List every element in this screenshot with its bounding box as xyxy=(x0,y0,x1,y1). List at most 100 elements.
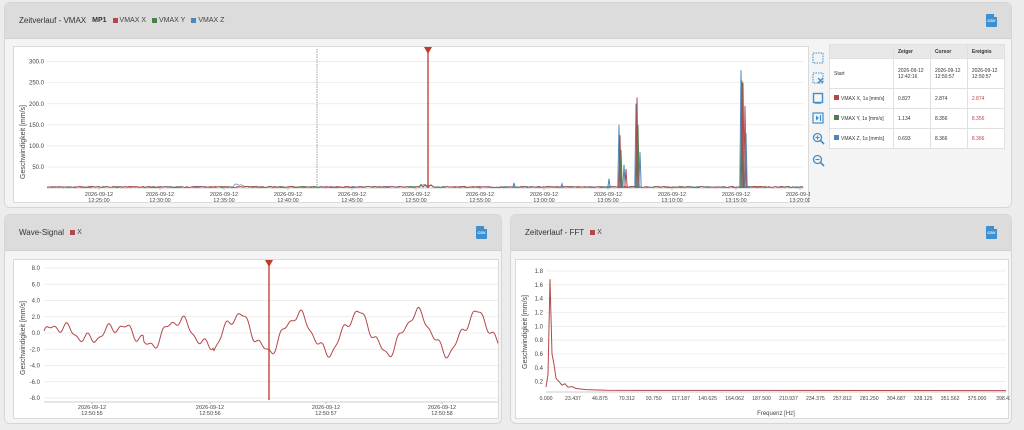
y-tick-label: 0.2 xyxy=(535,380,544,386)
cursor-marker[interactable] xyxy=(424,47,432,54)
series-spike xyxy=(560,181,564,189)
x-tick-label: 187.500 xyxy=(752,396,771,402)
y-tick-label: 2.0 xyxy=(32,315,41,321)
x-tick-time: 13:15:00 xyxy=(725,198,746,204)
legend-vmax-z[interactable]: VMAX Z xyxy=(191,17,224,24)
measurement-point-label: MP1 xyxy=(92,17,107,24)
wave-panel-title: Wave-Signal xyxy=(19,228,65,237)
y-tick-label: 100.0 xyxy=(29,144,45,150)
vmax-chart[interactable]: Geschwindigkeit [mm/s] 300.0 250.0 200.0 15… xyxy=(13,46,814,204)
x-tick-time: 13:10:00 xyxy=(661,198,682,204)
row-label: VMAX Z, 1s [mm/s] xyxy=(829,128,894,149)
wave-panel-header: Wave-Signal X CSV xyxy=(5,215,501,251)
table-header: Cursor xyxy=(929,44,968,59)
y-tick-label: 0.4 xyxy=(535,366,544,372)
y-tick-label: 8.0 xyxy=(32,266,41,272)
x-tick-label: 328.125 xyxy=(914,396,933,402)
y-axis-label: Geschwindigkeit [mm/s] xyxy=(522,295,529,369)
row-label: VMAX Y, 1s [mm/s] xyxy=(829,108,894,129)
jump-to-cursor-button[interactable] xyxy=(811,111,825,125)
table-row: Start 2026-09-12 12:42:16 2026-09-12 12:… xyxy=(829,58,1006,89)
zoom-in-icon xyxy=(812,132,825,145)
series-swatch xyxy=(834,95,839,100)
y-tick-label: 300.0 xyxy=(29,60,45,66)
zoom-in-button[interactable] xyxy=(811,131,825,145)
legend-swatch xyxy=(112,18,118,23)
row-label: VMAX X, 1s [mm/s] xyxy=(829,88,894,109)
cursor-marker[interactable] xyxy=(265,260,273,267)
x-tick-time: 12:50:00 xyxy=(405,198,426,204)
fft-panel-header: Zeitverlauf - FFT X CSV xyxy=(511,215,1011,251)
x-tick-time: 12:30:00 xyxy=(149,198,170,204)
table-header xyxy=(829,44,894,59)
x-tick-label: 93.750 xyxy=(646,396,662,402)
x-tick-label: 375.000 xyxy=(968,396,987,402)
series-spike xyxy=(638,152,642,189)
x-tick-label: 0.000 xyxy=(540,396,553,402)
wave-signal-panel: Wave-Signal X CSV Geschwindigkeit [mm/s]… xyxy=(4,214,502,424)
fft-series-line xyxy=(545,279,1007,392)
x-tick-label: 140.625 xyxy=(698,396,717,402)
y-tick-label: 1.4 xyxy=(535,297,544,303)
zoom-out-button[interactable] xyxy=(811,153,825,167)
wave-chart-svg: Geschwindigkeit [mm/s] 8.0 6.0 4.0 2.0 0.0 -2… xyxy=(20,260,499,417)
y-tick-label: 1.2 xyxy=(535,310,544,316)
x-tick-label: 70.312 xyxy=(619,396,635,402)
table-header: Zeiger xyxy=(893,44,931,59)
fit-button[interactable] xyxy=(811,91,825,105)
cell: 1.134 xyxy=(893,108,931,129)
y-tick-label: -2.0 xyxy=(30,347,41,353)
legend-x[interactable]: X xyxy=(70,229,82,236)
vmax-panel-header: Zeitverlauf - VMAX MP1 VMAX X VMAX Y VMA… xyxy=(5,3,1011,39)
clear-selection-icon xyxy=(812,72,824,84)
cell: 0.693 xyxy=(893,128,931,149)
zoom-out-icon xyxy=(812,154,825,167)
vmax-chart-svg: Geschwindigkeit [mm/s] 300.0 250.0 200.0 15… xyxy=(20,47,814,204)
wave-chart[interactable]: Geschwindigkeit [mm/s] 8.0 6.0 4.0 2.0 0.0 -2… xyxy=(13,259,499,419)
y-tick-label: 0.6 xyxy=(535,352,544,358)
series-spike xyxy=(624,168,628,189)
csv-export-icon[interactable]: CSV xyxy=(476,226,487,239)
x-tick-time: 12:50:57 xyxy=(315,411,336,417)
legend-x[interactable]: X xyxy=(590,229,602,236)
cell: 8.366 xyxy=(966,128,1006,149)
y-tick-label: -6.0 xyxy=(30,380,41,386)
csv-export-icon[interactable]: CSV xyxy=(986,226,997,239)
y-tick-label: 0.0 xyxy=(32,331,41,337)
table-row: VMAX Z, 1s [mm/s] 0.693 8.366 8.366 xyxy=(829,128,1006,149)
cell: 2.874 xyxy=(929,88,968,109)
zoom-select-button[interactable] xyxy=(811,51,825,65)
row-label: Start xyxy=(829,58,894,89)
x-tick-label: 117.187 xyxy=(672,396,690,402)
y-tick-label: 250.0 xyxy=(29,81,45,87)
legend-vmax-x[interactable]: VMAX X xyxy=(112,17,146,24)
y-tick-label: 6.0 xyxy=(32,282,41,288)
x-tick-time: 12:55:00 xyxy=(469,198,490,204)
x-tick-time: 12:50:58 xyxy=(431,411,452,417)
y-tick-label: 50.0 xyxy=(32,165,44,171)
fft-chart[interactable]: Geschwindigkeit [mm/s] 1.8 1.6 1.4 1.2 1.0 0.… xyxy=(515,259,1011,419)
cursor-values-table: Zeiger Cursor Ereignis Start 2026-09-12 … xyxy=(829,44,1006,149)
fft-chart-svg: Geschwindigkeit [mm/s] 1.8 1.6 1.4 1.2 1.0 0.… xyxy=(522,269,1011,417)
cell: 8.356 xyxy=(929,108,968,129)
fft-panel-title: Zeitverlauf - FFT xyxy=(525,228,585,237)
vmax-panel-title: Zeitverlauf - VMAX xyxy=(19,16,87,25)
x-tick-label: 281.250 xyxy=(860,396,879,402)
x-tick-time: 12:45:00 xyxy=(341,198,362,204)
y-tick-label: 1.8 xyxy=(535,269,544,275)
clear-selection-button[interactable] xyxy=(811,71,825,85)
y-tick-label: 0.8 xyxy=(535,338,544,344)
y-axis-label: Geschwindigkeit [mm/s] xyxy=(20,301,27,375)
y-axis-label: Geschwindigkeit [mm/s] xyxy=(20,105,27,179)
x-tick-time: 13:20:00 xyxy=(789,198,810,204)
cell: 2.874 xyxy=(966,88,1006,109)
legend-swatch xyxy=(70,230,76,235)
legend-vmax-y[interactable]: VMAX Y xyxy=(152,17,185,24)
cell: 2026-09-12 12:50:57 xyxy=(966,58,1006,89)
x-tick-label: 46.875 xyxy=(592,396,608,402)
csv-export-icon[interactable]: CSV xyxy=(986,14,997,27)
cell: 0.827 xyxy=(893,88,931,109)
select-area-icon xyxy=(812,52,824,64)
x-tick-label: 234.375 xyxy=(806,396,825,402)
y-tick-label: 1.0 xyxy=(535,324,544,330)
